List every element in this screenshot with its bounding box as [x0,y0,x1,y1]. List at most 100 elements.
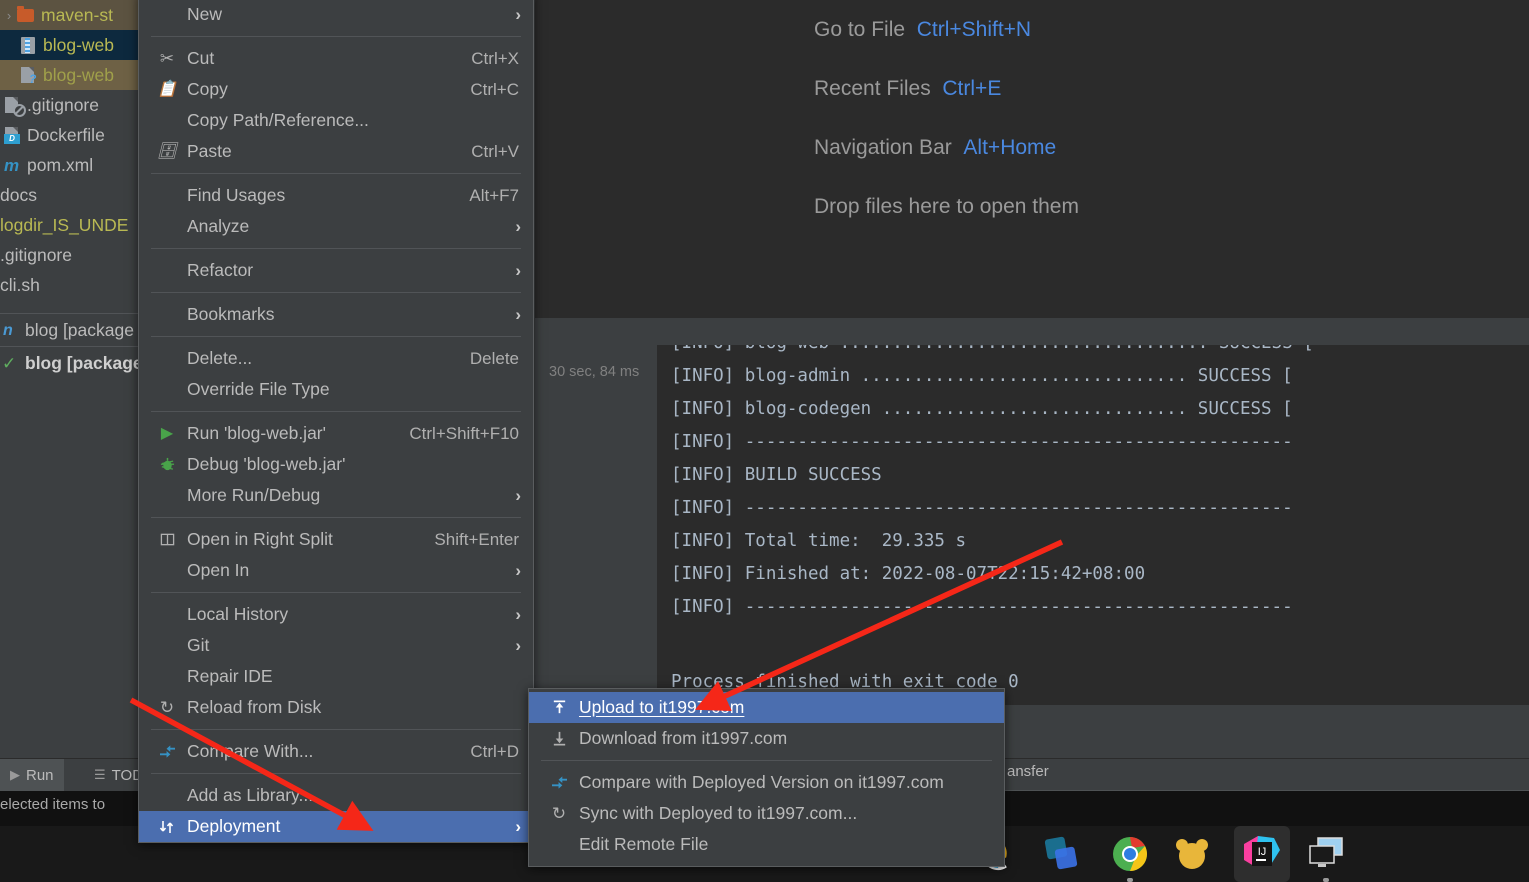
chevron-right-icon: › [515,816,521,836]
menu-item-delete[interactable]: Delete... Delete [139,343,533,374]
menu-item-analyze[interactable]: Analyze › [139,211,533,242]
menu-item-find-usages[interactable]: Find Usages Alt+F7 [139,180,533,211]
tree-row[interactable]: ✓ blog [package [0,348,143,378]
submenu-item-sync-deployed[interactable]: ↻ Sync with Deployed to it1997.com... [529,798,1004,829]
file-question-icon: ? [18,66,38,85]
hint-recent-files: Recent Files Ctrl+E [814,77,1079,101]
menu-item-copy-path-reference[interactable]: Copy Path/Reference... [139,105,533,136]
menu-item-debug-jar[interactable]: Debug 'blog-web.jar' [139,449,533,480]
deployment-submenu[interactable]: Upload to it1997.com Download from it199… [528,688,1005,867]
console-line: [INFO] ---------------------------------… [671,498,1293,518]
menu-item-new[interactable]: New › [139,0,533,30]
menu-item-refactor[interactable]: Refactor › [139,255,533,286]
tree-item-label: .gitignore [0,244,72,265]
deployment-icon [153,811,181,842]
chevron-right-icon: › [515,635,521,655]
menu-item-repair-ide[interactable]: Repair IDE [139,661,533,692]
build-console[interactable]: [INFO] blog-web ........................… [657,345,1529,705]
submenu-item-edit-remote-file[interactable]: Edit Remote File [529,829,1004,860]
intellij-idea-icon[interactable]: IJ [1240,832,1284,876]
hint-shortcut: Alt+Home [963,136,1057,159]
menu-separator [151,729,521,730]
download-icon [545,723,573,754]
tree-row[interactable]: D Dockerfile [0,120,140,150]
menu-item-label: Refactor [187,260,254,280]
play-icon: ▶ [10,767,20,782]
chevron-right-icon[interactable]: › [2,8,16,23]
hint-shortcut: Ctrl+E [942,77,1002,100]
tree-row[interactable]: docs [0,180,140,210]
tree-row[interactable]: cli.sh [0,270,140,300]
dockerfile-icon: D [2,126,22,144]
no-icon [153,343,181,374]
chrome-icon[interactable] [1108,832,1152,876]
tree-row[interactable]: blog-web [0,30,140,60]
folder-icon [16,6,36,24]
no-icon [153,0,181,30]
menu-item-reload-from-disk[interactable]: ↻ Reload from Disk [139,692,533,723]
remote-desktop-icon[interactable] [1304,832,1348,876]
bear-icon[interactable] [1170,832,1214,876]
tree-row[interactable]: › maven-st [0,0,140,30]
package-icon: n [3,322,13,339]
menu-item-shortcut: Ctrl+C [470,79,519,99]
menu-item-label: Open In [187,560,250,580]
run-icon: ▶ [160,424,174,442]
chevron-right-icon: › [515,4,521,24]
editor-empty-hints: Go to File Ctrl+Shift+N Recent Files Ctr… [814,18,1079,219]
tab-run[interactable]: ▶ Run [0,759,64,791]
menu-item-compare-with[interactable]: Compare With... Ctrl+D [139,736,533,767]
menu-item-label: Deployment [187,816,281,836]
menu-item-paste[interactable]: 🗄 Paste Ctrl+V [139,136,533,167]
tree-row[interactable]: n blog [package [0,315,140,345]
tree-item-label: blog-web [43,64,115,85]
tree-row[interactable]: logdir_IS_UNDE [0,210,140,240]
menu-item-more-run-debug[interactable]: More Run/Debug › [139,480,533,511]
console-line: [INFO] Total time: 29.335 s [671,531,967,551]
check-icon: ✓ [2,354,17,373]
menu-item-run-jar[interactable]: ▶ Run 'blog-web.jar' Ctrl+Shift+F10 [139,418,533,449]
menu-separator [151,248,521,249]
console-line: [INFO] ---------------------------------… [671,597,1293,617]
no-icon [153,180,181,211]
hint-drop-files: Drop files here to open them [814,195,1079,218]
tree-row[interactable]: .gitignore [0,240,140,270]
no-icon [153,599,181,630]
tree-item-label: cli.sh [0,274,40,295]
chevron-right-icon: › [515,485,521,505]
menu-item-open-in-right-split[interactable]: Open in Right Split Shift+Enter [139,524,533,555]
console-line: [INFO] BUILD SUCCESS [671,465,882,485]
console-line: [INFO] blog-codegen ....................… [671,399,1293,419]
menu-item-label: Open in Right Split [187,529,333,549]
submenu-item-download[interactable]: Download from it1997.com [529,723,1004,754]
menu-item-cut[interactable]: ✂ Cut Ctrl+X [139,43,533,74]
submenu-item-compare-deployed[interactable]: Compare with Deployed Version on it1997.… [529,767,1004,798]
menu-item-git[interactable]: Git › [139,630,533,661]
hint-go-to-file: Go to File Ctrl+Shift+N [814,18,1079,42]
menu-item-open-in[interactable]: Open In › [139,555,533,586]
tab-file-transfer-label: ansfer [1007,763,1049,780]
tree-row[interactable]: ? blog-web [0,60,140,90]
no-icon [153,374,181,405]
menu-item-copy[interactable]: 📋 Copy Ctrl+C [139,74,533,105]
tree-row[interactable]: m pom.xml [0,150,140,180]
submenu-item-label: Compare with Deployed Version on it1997.… [579,772,944,792]
submenu-item-label: Download from it1997.com [579,728,788,748]
submenu-item-upload[interactable]: Upload to it1997.com [529,692,1004,723]
menu-separator [151,36,521,37]
menu-item-label: Find Usages [187,185,286,205]
menu-item-label: Copy [187,79,228,99]
menu-item-deployment[interactable]: Deployment › [139,811,533,842]
project-tree[interactable]: › maven-st blog-web ? blog-web .gitignor… [0,0,143,400]
jar-icon [18,36,38,54]
teams-icon[interactable] [1040,832,1084,876]
menu-item-add-as-library[interactable]: Add as Library... [139,780,533,811]
menu-item-override-file-type[interactable]: Override File Type [139,374,533,405]
menu-item-shortcut: Alt+F7 [469,185,519,205]
tree-row[interactable]: .gitignore [0,90,140,120]
menu-item-bookmarks[interactable]: Bookmarks › [139,299,533,330]
menu-item-local-history[interactable]: Local History › [139,599,533,630]
context-menu[interactable]: New › ✂ Cut Ctrl+X 📋 Copy Ctrl+C Copy Pa… [138,0,534,843]
menu-item-label: Compare With... [187,741,314,761]
menu-item-label: New [187,4,223,24]
